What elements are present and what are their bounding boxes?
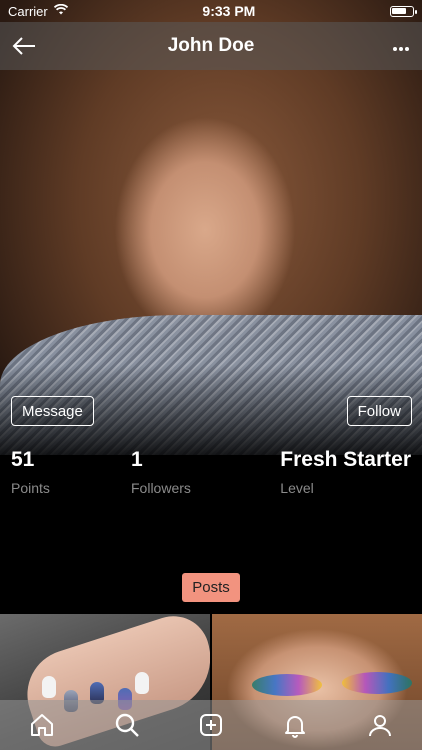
add-post-icon[interactable] — [196, 710, 226, 740]
nav-bar: John Doe — [0, 22, 422, 70]
carrier-label: Carrier — [8, 3, 48, 19]
more-button[interactable] — [392, 35, 410, 58]
back-button[interactable] — [12, 33, 42, 59]
thumbnail-eyeshadow — [252, 674, 322, 696]
stat-points: 51 Points — [11, 448, 50, 496]
profile-stats: 51 Points 1 Followers Fresh Starter Leve… — [0, 448, 422, 508]
stat-label: Points — [11, 480, 50, 496]
stat-label: Followers — [131, 480, 191, 496]
stat-value: 1 — [131, 448, 143, 471]
stat-value: Fresh Starter — [280, 448, 411, 471]
nail — [42, 676, 56, 698]
bottom-tab-bar — [0, 700, 422, 750]
stat-value: 51 — [11, 448, 35, 471]
home-icon[interactable] — [27, 710, 57, 740]
thumbnail-eyeshadow — [342, 672, 412, 694]
tab-posts[interactable]: Posts — [182, 573, 240, 602]
nail — [135, 672, 149, 694]
stat-followers[interactable]: 1 Followers — [131, 448, 191, 496]
status-left: Carrier — [8, 4, 68, 19]
status-time: 9:33 PM — [202, 3, 256, 19]
follow-button[interactable]: Follow — [346, 396, 412, 426]
message-button[interactable]: Message — [11, 396, 94, 426]
notifications-icon[interactable] — [280, 710, 310, 740]
arrow-left-icon — [12, 37, 35, 55]
search-icon[interactable] — [112, 710, 142, 740]
status-bar: Carrier 9:33 PM — [0, 0, 422, 22]
battery-icon — [390, 5, 417, 17]
more-horizontal-icon — [393, 46, 409, 51]
stat-label: Level — [280, 480, 314, 496]
page-title: John Doe — [167, 35, 255, 56]
profile-icon[interactable] — [365, 710, 395, 740]
wifi-icon — [53, 3, 68, 18]
stat-level: Fresh Starter Level — [280, 448, 411, 496]
